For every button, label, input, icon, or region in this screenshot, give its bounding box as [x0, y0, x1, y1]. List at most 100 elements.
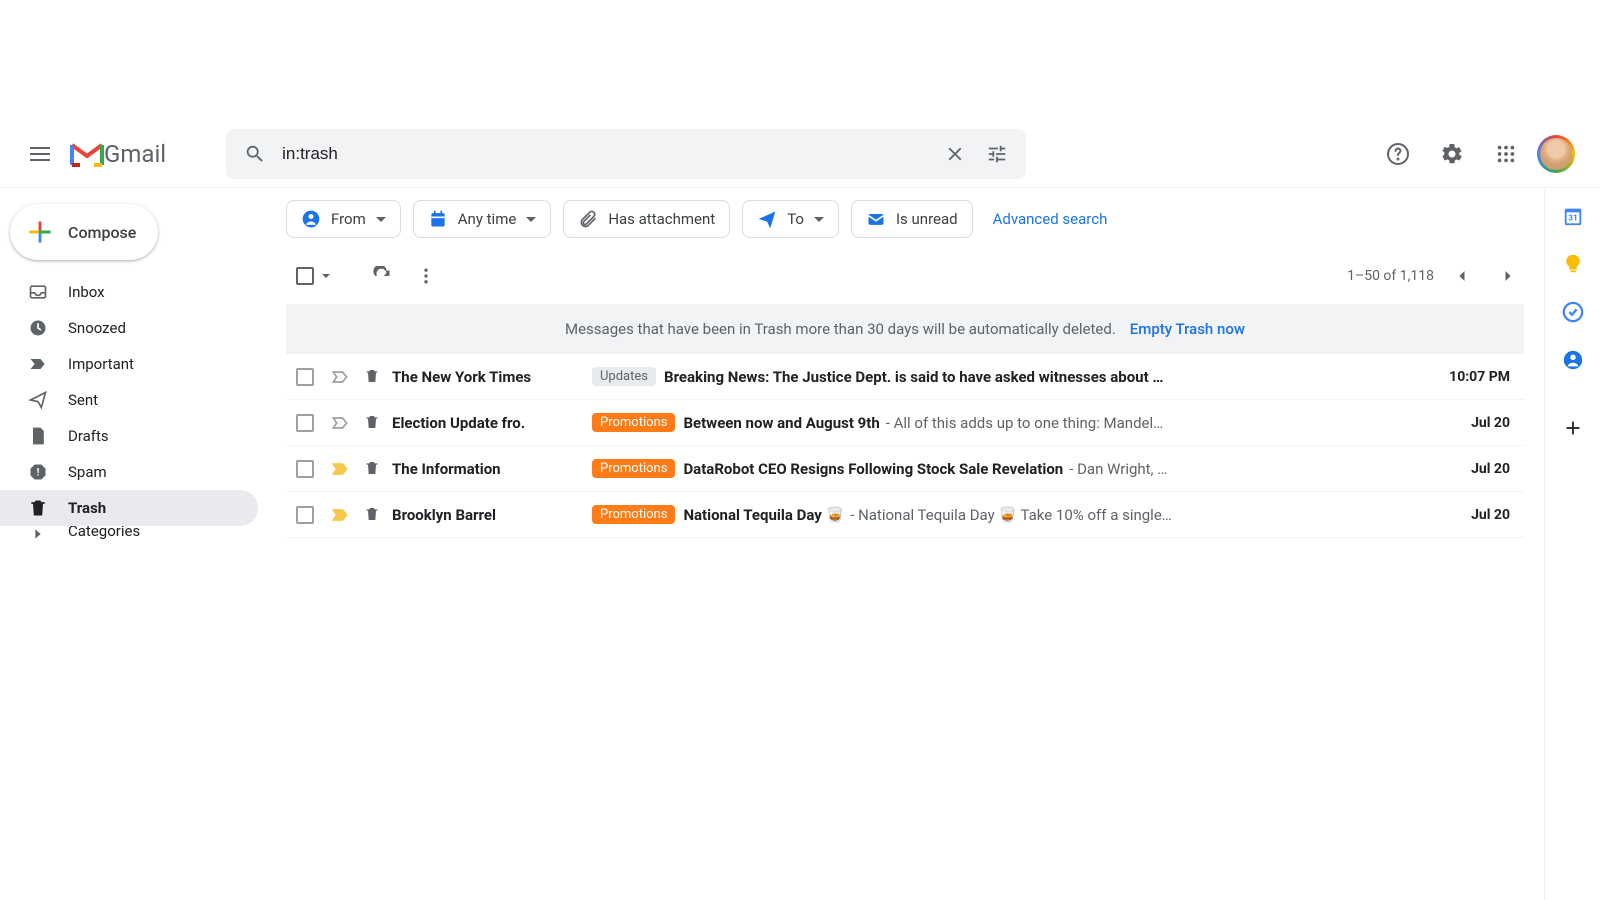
- contacts-app[interactable]: [1561, 348, 1585, 372]
- filter-row: From Any time Has attachment To Is unrea…: [286, 188, 1534, 248]
- sidebar-item-spam[interactable]: ! Spam: [0, 454, 258, 490]
- refresh-button[interactable]: [364, 258, 400, 294]
- subject: National Tequila Day 🥃: [683, 506, 844, 524]
- close-icon: [944, 143, 966, 165]
- filter-unread[interactable]: Is unread: [851, 200, 973, 238]
- sidebar-item-important[interactable]: Important: [0, 346, 258, 382]
- settings-button[interactable]: [1430, 132, 1474, 176]
- sidebar-item-categories[interactable]: Categories: [0, 526, 258, 544]
- nav-label: Trash: [68, 499, 106, 517]
- apps-button[interactable]: [1484, 132, 1528, 176]
- file-icon: [28, 426, 48, 446]
- empty-trash-link[interactable]: Empty Trash now: [1130, 320, 1245, 338]
- sidebar-item-trash[interactable]: Trash: [0, 490, 258, 526]
- help-icon: [1386, 142, 1410, 166]
- filter-attachment[interactable]: Has attachment: [563, 200, 730, 238]
- advanced-search-link[interactable]: Advanced search: [993, 210, 1108, 228]
- person-icon: [301, 209, 321, 229]
- search-button[interactable]: [234, 133, 276, 175]
- trash-icon: [364, 414, 382, 432]
- timestamp: Jul 20: [1434, 507, 1524, 523]
- add-app-button[interactable]: [1561, 416, 1585, 440]
- plus-icon: [1562, 417, 1584, 439]
- compose-button[interactable]: Compose: [10, 204, 158, 260]
- mail-icon: [866, 209, 886, 229]
- apps-grid-icon: [1495, 143, 1517, 165]
- gmail-logo[interactable]: Gmail: [70, 140, 166, 168]
- subject: DataRobot CEO Resigns Following Stock Sa…: [683, 460, 1063, 478]
- gear-icon: [1440, 142, 1464, 166]
- row-checkbox[interactable]: [296, 368, 314, 386]
- nav-label: Sent: [68, 391, 98, 409]
- calendar-icon: [428, 209, 448, 229]
- sidebar-item-sent[interactable]: Sent: [0, 382, 258, 418]
- important-marker[interactable]: [330, 459, 350, 479]
- toolbar: 1–50 of 1,118: [286, 248, 1534, 304]
- filter-to[interactable]: To: [742, 200, 839, 238]
- row-checkbox[interactable]: [296, 414, 314, 432]
- select-all-checkbox[interactable]: [296, 267, 314, 285]
- chip-label: From: [331, 210, 366, 228]
- nav-label: Important: [68, 355, 134, 373]
- row-checkbox[interactable]: [296, 460, 314, 478]
- more-button[interactable]: [408, 258, 444, 294]
- send-icon: [28, 390, 48, 410]
- account-avatar[interactable]: [1538, 136, 1574, 172]
- search-icon: [244, 143, 266, 165]
- calendar-app[interactable]: 31: [1561, 204, 1585, 228]
- email-row[interactable]: The New York TimesUpdatesBreaking News: …: [286, 354, 1524, 400]
- search-input[interactable]: [276, 144, 934, 164]
- trash-icon: [364, 506, 382, 524]
- category-tag: Promotions: [592, 505, 675, 524]
- category-tag: Updates: [592, 367, 656, 386]
- filter-from[interactable]: From: [286, 200, 401, 238]
- trash-icon: [364, 368, 382, 386]
- row-checkbox[interactable]: [296, 506, 314, 524]
- timestamp: Jul 20: [1434, 461, 1524, 477]
- help-button[interactable]: [1376, 132, 1420, 176]
- tasks-app[interactable]: [1561, 300, 1585, 324]
- search-options-button[interactable]: [976, 133, 1018, 175]
- email-row[interactable]: Election Update fro.PromotionsBetween no…: [286, 400, 1524, 446]
- sidebar-item-inbox[interactable]: Inbox: [0, 274, 258, 310]
- clock-icon: [28, 318, 48, 338]
- subject: Between now and August 9th: [683, 414, 879, 432]
- sender: Brooklyn Barrel: [392, 506, 592, 524]
- category-tag: Promotions: [592, 459, 675, 478]
- trash-icon: [28, 498, 48, 518]
- clear-search-button[interactable]: [934, 133, 976, 175]
- prev-page-button[interactable]: [1444, 258, 1480, 294]
- search-box: [226, 129, 1026, 179]
- important-marker[interactable]: [330, 413, 350, 433]
- select-all[interactable]: [296, 267, 330, 285]
- attachment-icon: [578, 209, 598, 229]
- chip-label: Has attachment: [608, 210, 715, 228]
- email-row[interactable]: The InformationPromotions DataRobot CEO R…: [286, 446, 1524, 492]
- refresh-icon: [372, 266, 392, 286]
- sidebar-item-snoozed[interactable]: Snoozed: [0, 310, 258, 346]
- hamburger-icon: [30, 153, 50, 155]
- send-icon: [757, 209, 777, 229]
- header: Gmail: [0, 120, 1600, 188]
- chip-label: Is unread: [896, 210, 958, 228]
- sidebar-item-drafts[interactable]: Drafts: [0, 418, 258, 454]
- chevron-down-icon: [376, 217, 386, 222]
- sender: Election Update fro.: [392, 414, 592, 432]
- banner-text: Messages that have been in Trash more th…: [565, 320, 1116, 338]
- important-icon: [28, 354, 48, 374]
- next-page-button[interactable]: [1490, 258, 1526, 294]
- side-panel: 31: [1544, 188, 1600, 900]
- important-marker[interactable]: [330, 505, 350, 525]
- keep-app[interactable]: [1561, 252, 1585, 276]
- sender: The Information: [392, 460, 592, 478]
- gmail-m-icon: [70, 141, 104, 167]
- nav-label: Drafts: [68, 427, 109, 445]
- important-marker[interactable]: [330, 367, 350, 387]
- main-menu-button[interactable]: [16, 130, 64, 178]
- filter-anytime[interactable]: Any time: [413, 200, 552, 238]
- email-row[interactable]: Brooklyn BarrelPromotions National Tequil…: [286, 492, 1524, 538]
- snippet: - National Tequila Day 🥃 Take 10% off a …: [850, 506, 1172, 524]
- subject: Breaking News: The Justice Dept. is said…: [664, 368, 1163, 386]
- svg-text:!: !: [37, 467, 40, 478]
- pagination: 1–50 of 1,118: [1347, 258, 1526, 294]
